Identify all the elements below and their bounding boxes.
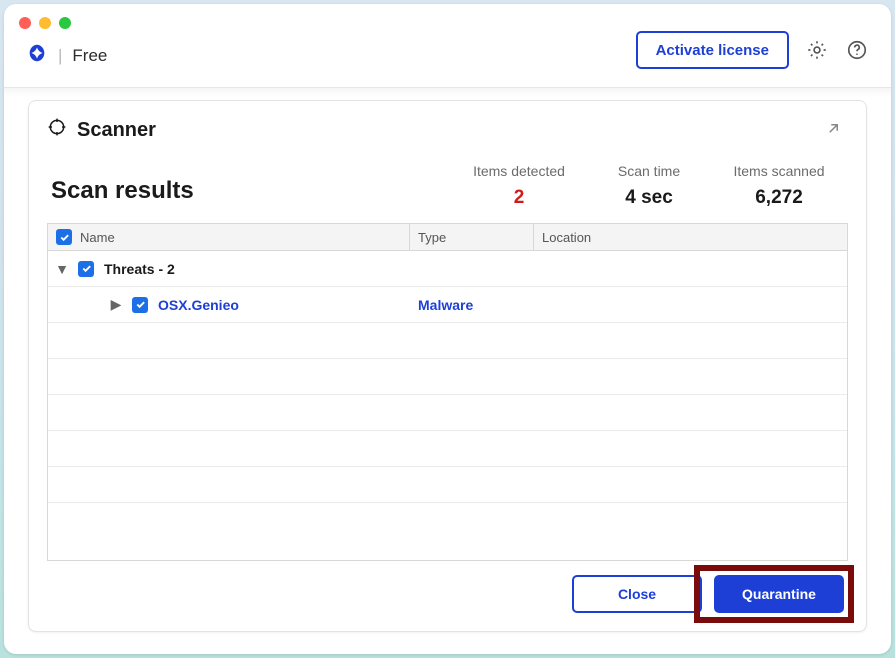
table-header: Name Type Location [48,224,847,251]
panel-actions: Close Quarantine [29,561,866,613]
scanner-panel: Scanner Scan results Items detected 2 Sc… [28,100,867,632]
window-close-button[interactable] [19,17,31,29]
stat-scanned: Items scanned 6,272 [714,163,844,209]
stat-detected: Items detected 2 [454,163,584,209]
table-row [48,359,847,395]
table-body: ▼ Threats - 2 ▶ [48,251,847,560]
window-controls [19,17,71,29]
panel-wrapper: Scanner Scan results Items detected 2 Sc… [4,96,891,654]
threat-row[interactable]: ▶ OSX.Genieo Malware [48,287,847,323]
table-row [48,431,847,467]
stat-time-value: 4 sec [584,187,714,209]
group-row-threats[interactable]: ▼ Threats - 2 [48,251,847,287]
app-header: | Free Activate license [4,4,891,88]
stat-scanned-label: Items scanned [714,163,844,179]
brand-separator: | [58,46,62,66]
help-icon[interactable] [845,38,869,62]
table-row [48,503,847,539]
table-row [48,395,847,431]
window-minimize-button[interactable] [39,17,51,29]
col-name[interactable]: Name [48,224,410,250]
app-window: | Free Activate license [4,4,891,654]
col-location-label: Location [542,230,591,245]
threat-checkbox[interactable] [132,297,148,313]
select-all-checkbox[interactable] [56,229,72,245]
collapse-panel-icon[interactable] [826,118,844,142]
group-label: Threats - 2 [104,261,175,277]
stat-time: Scan time 4 sec [584,163,714,209]
scanner-icon [47,117,67,143]
group-checkbox[interactable] [78,261,94,277]
table-row [48,467,847,503]
threat-type: Malware [410,297,534,313]
col-type[interactable]: Type [410,224,534,250]
activate-license-button[interactable]: Activate license [636,31,789,69]
stat-time-label: Scan time [584,163,714,179]
panel-header: Scanner [29,117,866,155]
col-type-label: Type [418,230,446,245]
stat-detected-label: Items detected [454,163,584,179]
header-actions: Activate license [636,31,869,69]
table-row [48,323,847,359]
brand-logo-icon [26,42,48,69]
close-button[interactable]: Close [572,575,702,613]
stat-scanned-value: 6,272 [714,187,844,209]
results-title: Scan results [51,163,454,205]
tier-label: Free [72,46,107,66]
stat-detected-value: 2 [454,187,584,209]
chevron-right-icon[interactable]: ▶ [110,296,122,313]
panel-title: Scanner [77,119,156,142]
col-location[interactable]: Location [534,224,847,250]
results-table: Name Type Location ▼ [47,223,848,561]
quarantine-button[interactable]: Quarantine [714,575,844,613]
window-zoom-button[interactable] [59,17,71,29]
threat-name: OSX.Genieo [158,297,239,313]
results-summary: Scan results Items detected 2 Scan time … [29,155,866,223]
col-name-label: Name [80,230,115,245]
brand-block: | Free [26,42,107,69]
divider-shadow [4,88,891,96]
chevron-down-icon[interactable]: ▼ [56,261,68,277]
settings-icon[interactable] [805,38,829,62]
